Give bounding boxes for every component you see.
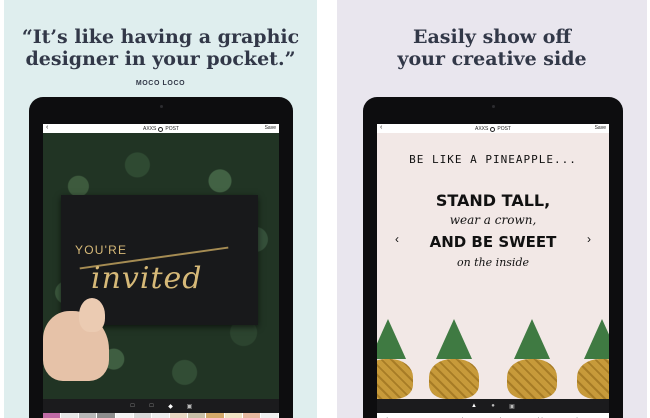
app-title: AXXS POST	[475, 126, 511, 132]
flourish-right-icon: ›	[587, 232, 591, 246]
logo-icon	[158, 126, 164, 132]
app-title-right: POST	[497, 126, 511, 132]
tablet-frame: ‹ AXXS POST Save BE LIKE A PINEAPPLE... …	[363, 97, 623, 418]
quote-line5[interactable]: on the inside	[377, 256, 609, 269]
card-text-invited[interactable]: invited	[91, 261, 202, 296]
quote-line1[interactable]: BE LIKE A PINEAPPLE...	[377, 153, 609, 166]
quote-canvas: BE LIKE A PINEAPPLE... STAND TALL, wear …	[377, 133, 609, 399]
card-text-youre[interactable]: YOU'RE	[75, 243, 127, 257]
headline-line1: Easily show off	[412, 26, 571, 48]
app-title-right: POST	[165, 126, 179, 132]
background-swatch[interactable]	[224, 413, 243, 418]
app-top-bar: ‹ AXXS POST Save	[43, 124, 279, 133]
attribution: MOCO LOCO	[135, 80, 186, 87]
logo-icon	[490, 126, 496, 132]
background-photo: YOU'RE invited	[43, 133, 279, 399]
screenshot-panel-right: Easily show off your creative side ‹ AXX…	[337, 0, 647, 418]
background-swatch[interactable]	[188, 413, 207, 418]
background-swatch[interactable]	[133, 413, 152, 418]
app-screen: ‹ AXXS POST Save YOU'RE invited □ □ ◆ ▣	[43, 124, 279, 418]
camera-dot	[159, 105, 163, 108]
screenshot-panel-left: “It’s like having a graphic designer in …	[4, 0, 317, 418]
background-swatch[interactable]	[115, 413, 134, 418]
pineapple-image	[425, 319, 483, 399]
tablet-frame: ‹ AXXS POST Save YOU'RE invited □ □ ◆ ▣	[29, 97, 293, 418]
quote-line3[interactable]: wear a crown,	[377, 213, 609, 227]
toolbar-tool-2-icon[interactable]: □	[147, 401, 157, 411]
background-swatch[interactable]	[151, 413, 171, 418]
headline-line1: “It’s like having a graphic	[21, 26, 300, 48]
back-icon[interactable]: ‹	[46, 124, 48, 132]
background-swatch[interactable]	[97, 413, 116, 418]
background-swatch-strip	[43, 413, 279, 418]
toolbar-tool-1-icon[interactable]: □	[128, 401, 138, 411]
background-swatch[interactable]	[43, 413, 62, 418]
edit-toolbar: ▲ ● ▣	[377, 399, 609, 413]
font-picker-strip: AaaaaaaaAaaaAaaaAAaaAaaa	[377, 413, 609, 418]
background-swatch[interactable]	[206, 413, 225, 418]
pineapple-image	[573, 319, 609, 399]
camera-dot	[491, 105, 495, 108]
app-title-left: AXXS	[143, 126, 157, 132]
toolbar-tool-3-icon[interactable]: ▣	[507, 401, 517, 411]
background-swatch[interactable]	[61, 413, 80, 418]
background-swatch[interactable]	[260, 413, 279, 418]
headline: “It’s like having a graphic designer in …	[4, 26, 317, 70]
toolbar-tool-3-icon[interactable]: ◆	[166, 401, 176, 411]
thumb-image	[79, 298, 105, 332]
pineapple-image	[377, 319, 417, 399]
headline-line2: designer in your pocket.”	[25, 48, 296, 70]
toolbar-tool-2-icon[interactable]: ●	[488, 401, 498, 411]
headline: Easily show off your creative side	[337, 26, 647, 70]
app-title-left: AXXS	[475, 126, 489, 132]
app-top-bar: ‹ AXXS POST Save	[377, 124, 609, 133]
background-swatch[interactable]	[79, 413, 98, 418]
toolbar-tool-4-icon[interactable]: ▣	[185, 401, 195, 411]
quote-line4[interactable]: AND BE SWEET	[377, 233, 609, 251]
save-button[interactable]: Save	[265, 125, 276, 131]
save-button[interactable]: Save	[595, 125, 606, 131]
app-title: AXXS POST	[143, 126, 179, 132]
quote-line2[interactable]: STAND TALL,	[377, 191, 609, 210]
back-icon[interactable]: ‹	[380, 124, 382, 132]
edit-toolbar: □ □ ◆ ▣	[43, 399, 279, 413]
app-screen: ‹ AXXS POST Save BE LIKE A PINEAPPLE... …	[377, 124, 609, 418]
background-swatch[interactable]	[242, 413, 261, 418]
background-swatch[interactable]	[170, 413, 189, 418]
headline-line2: your creative side	[397, 48, 587, 70]
toolbar-tool-1-icon[interactable]: ▲	[469, 401, 479, 411]
pineapple-image	[503, 319, 561, 399]
